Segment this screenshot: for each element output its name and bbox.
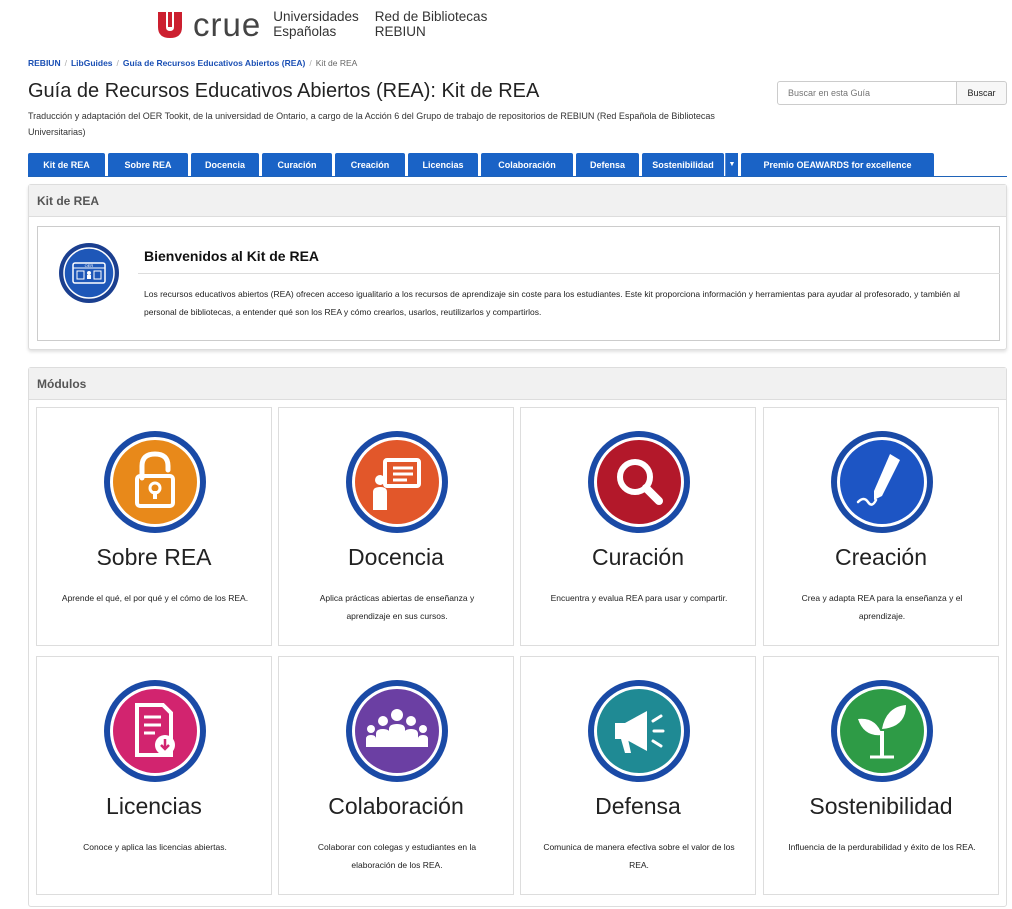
tab-sobre-rea[interactable]: Sobre REA: [108, 153, 188, 176]
module-card-sostenibilidad[interactable]: Sostenibilidad Influencia de la perdurab…: [763, 656, 999, 895]
document-download-icon: [104, 680, 206, 782]
panel-heading: Kit de REA: [29, 185, 1006, 217]
modules-panel: Módulos Sobre REA Aprende el qué, el por…: [28, 367, 1007, 907]
oer-badge-icon: OER: [59, 243, 119, 303]
module-card-curacion[interactable]: Curación Encuentra y evalua REA para usa…: [520, 407, 756, 646]
card-description: Encuentra y evalua REA para usar y compa…: [550, 593, 728, 603]
breadcrumb-libguides[interactable]: LibGuides: [71, 58, 113, 68]
card-title: Colaboración: [328, 793, 464, 819]
tab-licencias[interactable]: Licencias: [408, 153, 478, 176]
tab-kit-de-rea[interactable]: Kit de REA: [28, 153, 105, 176]
intro-panel: Kit de REA OER Bienvenidos al Kit de REA…: [28, 184, 1007, 350]
logo-wordmark: crue: [193, 5, 262, 43]
tab-defensa[interactable]: Defensa: [576, 153, 639, 176]
card-description: Aprende el qué, el por qué y el cómo de …: [61, 593, 249, 603]
people-group-icon: [346, 680, 448, 782]
pen-icon: [831, 431, 933, 533]
card-title: Docencia: [348, 544, 444, 570]
module-card-licencias[interactable]: Licencias Conoce y aplica las licencias …: [36, 656, 272, 895]
module-card-docencia[interactable]: Docencia Aplica prácticas abiertas de en…: [278, 407, 514, 646]
card-title: Creación: [834, 544, 928, 570]
page-title: Guía de Recursos Educativos Abiertos (RE…: [28, 80, 540, 102]
card-description: Crea y adapta REA para la enseñanza y el…: [801, 593, 963, 621]
welcome-title: Bienvenidos al Kit de REA: [144, 248, 320, 264]
card-description: Aplica prácticas abiertas de enseñanza y…: [319, 593, 475, 621]
search-icon: [588, 431, 690, 533]
chevron-down-icon[interactable]: ▼: [725, 153, 738, 176]
tab-sostenibilidad[interactable]: Sostenibilidad: [642, 153, 724, 176]
tab-curacion[interactable]: Curación: [262, 153, 332, 176]
org-name: Universidades Españolas: [273, 9, 359, 39]
tab-colaboracion[interactable]: Colaboración: [481, 153, 573, 176]
crue-logo-icon[interactable]: [155, 9, 185, 39]
presentation-icon: [346, 431, 448, 533]
card-title: Sobre REA: [96, 544, 212, 570]
module-card-defensa[interactable]: Defensa Comunica de manera efectiva sobr…: [520, 656, 756, 895]
divider: [138, 273, 1000, 274]
tab-creacion[interactable]: Creación: [335, 153, 405, 176]
plant-icon: [831, 680, 933, 782]
module-card-sobre-rea[interactable]: Sobre REA Aprende el qué, el por qué y e…: [36, 407, 272, 646]
card-title: Sostenibilidad: [809, 793, 953, 819]
megaphone-icon: [588, 680, 690, 782]
welcome-text: Los recursos educativos abiertos (REA) o…: [144, 289, 960, 317]
card-title: Curación: [591, 544, 685, 570]
svg-text:OER: OER: [85, 263, 94, 268]
network-name: Red de Bibliotecas REBIUN: [374, 9, 488, 39]
card-description: Influencia de la perdurabilidad y éxito …: [788, 842, 976, 852]
card-description: Conoce y aplica las licencias abiertas.: [83, 842, 227, 852]
breadcrumb: REBIUN / LibGuides / Guía de Recursos Educat…: [28, 58, 358, 68]
card-description: Comunica de manera efectiva sobre el val…: [543, 842, 735, 870]
search-input[interactable]: [777, 81, 957, 105]
panel-heading: Módulos: [29, 368, 1006, 400]
site-header: crue Universidades Españolas Red de Bibl…: [155, 6, 503, 42]
welcome-box: OER Bienvenidos al Kit de REA Los recurs…: [37, 226, 1000, 341]
page-subtitle: Traducción y adaptación del OER Tookit, …: [28, 111, 715, 137]
breadcrumb-rebiun[interactable]: REBIUN: [28, 58, 61, 68]
module-card-colaboracion[interactable]: Colaboración Colaborar con colegas y est…: [278, 656, 514, 895]
search-button[interactable]: Buscar: [956, 81, 1007, 105]
breadcrumb-current: Kit de REA: [315, 58, 358, 68]
unlock-icon: [104, 431, 206, 533]
card-title: Defensa: [595, 793, 681, 819]
guide-tabs: Kit de REA Sobre REA Docencia Curación C…: [28, 153, 1007, 177]
breadcrumb-guide[interactable]: Guía de Recursos Educativos Abiertos (RE…: [123, 58, 305, 68]
tab-premio-oeawards[interactable]: Premio OEAWARDS for excellence: [741, 153, 934, 176]
tab-docencia[interactable]: Docencia: [191, 153, 259, 176]
card-title: Licencias: [106, 793, 202, 819]
card-description: Colaborar con colegas y estudiantes en l…: [317, 842, 477, 870]
module-card-creacion[interactable]: Creación Crea y adapta REA para la enseñ…: [763, 407, 999, 646]
